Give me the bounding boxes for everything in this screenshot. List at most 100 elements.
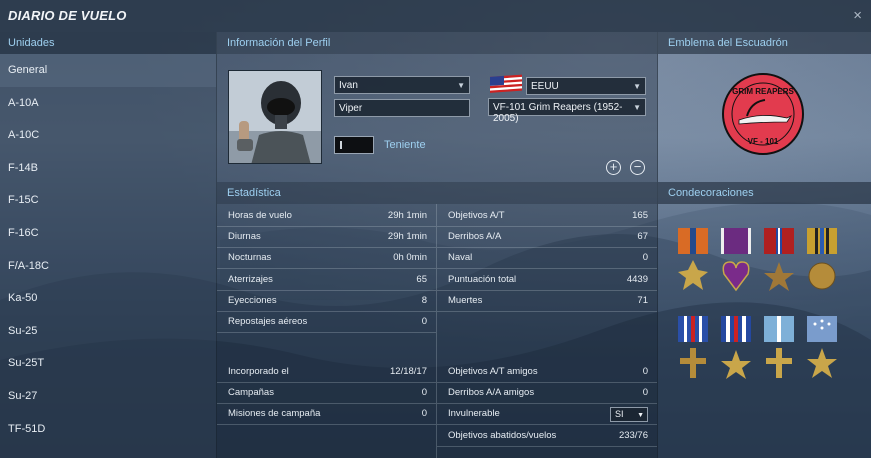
pilot-avatar[interactable]	[228, 70, 322, 164]
sidebar-item-unit[interactable]: Su-27	[0, 380, 216, 413]
chevron-down-icon: ▼	[633, 82, 641, 91]
stat-value: 65	[416, 273, 427, 285]
stat-value: 0	[421, 316, 427, 327]
stat-value: 67	[637, 231, 648, 243]
pilot-portrait-icon	[229, 71, 321, 163]
stat-label: Naval	[448, 252, 473, 264]
stats-header: Estadística	[217, 182, 657, 204]
stat-row: Horas de vuelo 29h 1min	[217, 206, 436, 227]
rank-bar-icon	[340, 141, 342, 149]
stat-label: Derribos A/A amigos	[448, 387, 535, 399]
sidebar-item-unit[interactable]: F-14B	[0, 152, 216, 185]
stat-value: 0	[421, 387, 427, 399]
medal-soldiers-medal-icon[interactable]	[764, 316, 794, 378]
sidebar-item-unit[interactable]: F-16C	[0, 217, 216, 250]
stat-label: Objetivos A/T	[448, 210, 505, 221]
sidebar-item-unit[interactable]: General	[0, 54, 216, 87]
stat-value: 8	[421, 294, 427, 306]
emblem-top-text: GRIM REAPERS	[732, 87, 794, 96]
stat-label: Objetivos A/T amigos	[448, 366, 538, 377]
stat-label: Nocturnas	[228, 252, 272, 264]
profile-header: Información del Perfil	[217, 32, 657, 54]
stat-value: 0	[642, 366, 648, 377]
sidebar-item-unit[interactable]: F-15C	[0, 184, 216, 217]
stat-row: Objetivos A/T amigos 0	[437, 362, 657, 383]
units-sidebar: Unidades General A-10A A-10C F-14B F-15C F-16…	[0, 32, 216, 458]
window-title: DIARIO DE VUELO	[8, 8, 127, 23]
chevron-down-icon: ▼	[457, 81, 465, 90]
units-list: General A-10A A-10C F-14B F-15C F-16C F/A-18C K…	[0, 54, 216, 445]
stat-label: Puntuación total	[448, 273, 517, 285]
stat-value: 165	[632, 210, 648, 221]
chevron-down-icon: ▼	[633, 103, 641, 112]
medal-service-icon[interactable]	[807, 228, 837, 290]
stat-value: 71	[637, 294, 648, 306]
stat-row: Nocturnas 0h 0min	[217, 248, 436, 270]
medal-purple-heart-icon[interactable]	[721, 228, 751, 292]
emblem-header: Emblema del Escuadrón	[658, 32, 871, 54]
stat-label: Eyecciones	[228, 294, 277, 306]
callsign-value: Viper	[339, 103, 363, 114]
stat-row: Incorporado el 12/18/17	[217, 362, 436, 383]
sidebar-item-unit[interactable]: Su-25T	[0, 347, 216, 380]
stat-label: Derribos A/A	[448, 231, 502, 243]
stat-label: Misiones de campaña	[228, 408, 321, 420]
stat-value: 4439	[626, 273, 648, 285]
stat-value: 0	[642, 387, 648, 399]
stat-label: Objetivos abatidos/vuelos	[448, 429, 557, 441]
decorations-header: Condecoraciones	[658, 182, 871, 204]
stat-row: Objetivos abatidos/vuelos 233/76	[437, 426, 657, 447]
callsign-field[interactable]: Viper	[334, 99, 470, 117]
rank-insignia	[334, 136, 374, 154]
stat-value: 0	[642, 252, 648, 264]
sidebar-item-unit[interactable]: A-10C	[0, 119, 216, 152]
medal-silver-star-icon[interactable]	[721, 316, 751, 379]
medal-bronze-star-icon[interactable]	[764, 228, 794, 291]
add-button[interactable]: +	[606, 160, 621, 175]
stat-row: Campañas 0	[217, 383, 436, 405]
stat-label: Incorporado el	[228, 366, 289, 377]
medal-of-honor-icon[interactable]	[807, 316, 837, 378]
stat-label: Aterrizajes	[228, 273, 273, 285]
medals-grid	[678, 228, 837, 379]
sidebar-item-unit[interactable]: TF-51D	[0, 413, 216, 446]
close-icon[interactable]: ×	[853, 7, 862, 24]
title-bar: DIARIO DE VUELO ×	[0, 0, 871, 32]
stat-label: Invulnerable	[448, 408, 500, 420]
name-field[interactable]: Ivan ▼	[334, 76, 470, 94]
squadron-select[interactable]: VF-101 Grim Reapers (1952-2005) ▼	[488, 98, 646, 124]
stat-label: Repostajes aéreos	[228, 316, 308, 327]
stat-label: Diurnas	[228, 231, 261, 243]
stat-value: 233/76	[618, 429, 648, 441]
stat-value: 0	[421, 408, 427, 420]
squadron-emblem-icon[interactable]: GRIM REAPERS VF - 101	[721, 72, 805, 156]
stat-row: Puntuación total 4439	[437, 270, 657, 291]
stat-row: Objetivos A/T 165	[437, 206, 657, 227]
stat-value: 29h 1min	[387, 231, 427, 243]
medal-distinguished-cross-icon[interactable]	[678, 316, 708, 378]
invulnerable-value: SI	[615, 409, 624, 420]
stat-row: Derribos A/A amigos 0	[437, 383, 657, 405]
stat-row: Invulnerable SI ▼	[437, 404, 657, 426]
emblem-bottom-text: VF - 101	[748, 137, 779, 146]
sidebar-item-unit[interactable]: A-10A	[0, 87, 216, 120]
stat-row: Repostajes aéreos 0	[217, 312, 436, 333]
sidebar-item-unit[interactable]: Ka-50	[0, 282, 216, 315]
stat-row: Aterrizajes 65	[217, 270, 436, 291]
stat-row: Naval 0	[437, 248, 657, 270]
stat-value: 29h 1min	[387, 210, 427, 221]
invulnerable-select[interactable]: SI ▼	[610, 407, 648, 423]
stat-label: Muertes	[448, 294, 483, 306]
sidebar-item-unit[interactable]: Su-25	[0, 315, 216, 348]
sidebar-item-unit[interactable]: F/A-18C	[0, 250, 216, 283]
stat-row: Eyecciones 8	[217, 291, 436, 312]
country-value: EEUU	[531, 81, 559, 92]
rank-label: Teniente	[384, 139, 426, 151]
stat-value: 12/18/17	[390, 366, 427, 377]
remove-button[interactable]: −	[630, 160, 645, 175]
chevron-down-icon: ▼	[637, 412, 644, 420]
medal-air-medal-icon[interactable]	[678, 228, 708, 290]
stat-value: 0h 0min	[393, 252, 427, 264]
name-value: Ivan	[339, 80, 358, 91]
country-select[interactable]: EEUU ▼	[526, 77, 646, 95]
